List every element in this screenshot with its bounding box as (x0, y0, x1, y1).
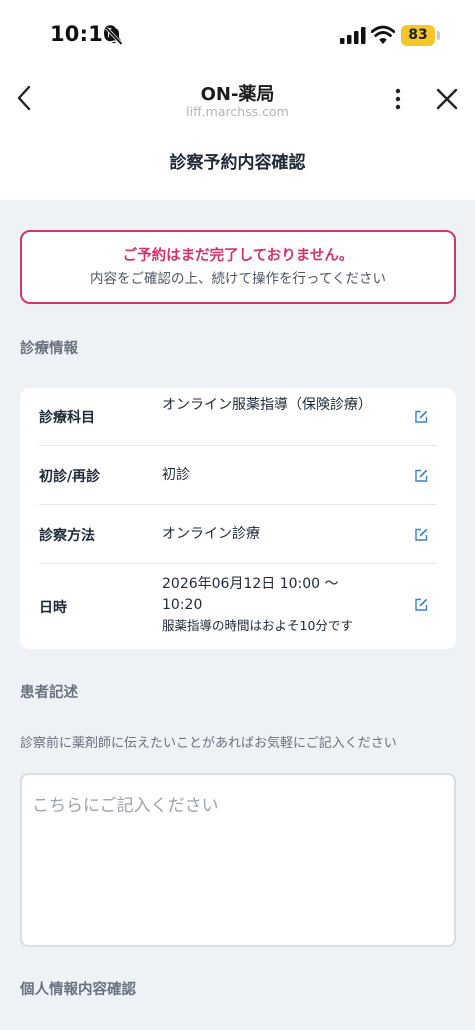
close-icon[interactable] (434, 86, 460, 112)
bell-muted-icon (105, 26, 123, 46)
edit-icon[interactable] (413, 409, 429, 425)
signal-icon (340, 27, 366, 44)
alert-message: 内容をご確認の上、続けて操作を行ってください (90, 271, 386, 287)
page-title: 診察予約内容確認 (169, 153, 306, 173)
info-row-visit-type: 初診/再診 初診 (39, 446, 437, 505)
row-label: 初診/再診 (39, 469, 101, 485)
row-label: 診察方法 (39, 528, 95, 544)
header-area: 10:10 83 ON-薬局 liff.marchss.com 診察予約内容確認 (0, 0, 475, 200)
more-vertical-icon[interactable] (388, 86, 408, 112)
battery-cap (437, 31, 440, 40)
datetime-text: 2026年06月12日 10:00 〜 10:20 (162, 576, 339, 613)
datetime-note: 服薬指導の時間はおよそ10分です (162, 618, 353, 633)
notes-hint: 診察前に薬剤師に伝えたいことがあればお気軽にご記入ください (20, 736, 397, 751)
row-label: 診療科目 (39, 410, 95, 426)
section-medical-info: 診療情報 (20, 341, 78, 357)
row-value: オンライン診療 (162, 526, 260, 542)
info-row-datetime: 日時 2026年06月12日 10:00 〜 10:20 服薬指導の時間はおよそ… (39, 564, 437, 649)
edit-icon[interactable] (413, 597, 429, 613)
row-value: オンライン服薬指導（保険診療） (162, 397, 372, 413)
medical-info-card: 診療科目 オンライン服薬指導（保険診療） 初診/再診 初診 診察方法 オンライン… (20, 388, 456, 649)
alert-title: ご予約はまだ完了しておりません。 (122, 248, 354, 264)
info-row-method: 診察方法 オンライン診療 (39, 505, 437, 564)
edit-icon[interactable] (413, 468, 429, 484)
row-value: 初診 (162, 467, 190, 483)
status-bar: 10:10 83 (0, 0, 475, 72)
notes-textarea[interactable] (20, 773, 456, 947)
row-label: 日時 (39, 600, 67, 616)
wifi-icon (371, 25, 395, 44)
section-personal-info: 個人情報内容確認 (20, 982, 136, 998)
battery-indicator: 83 (401, 25, 435, 46)
incomplete-booking-alert: ご予約はまだ完了しておりません。 内容をご確認の上、続けて操作を行ってください (20, 230, 456, 304)
info-row-department: 診療科目 オンライン服薬指導（保険診療） (39, 388, 437, 446)
row-value: 2026年06月12日 10:00 〜 10:20 服薬指導の時間はおよそ10分… (162, 574, 372, 635)
edit-icon[interactable] (413, 527, 429, 543)
section-patient-notes: 患者記述 (20, 685, 78, 701)
